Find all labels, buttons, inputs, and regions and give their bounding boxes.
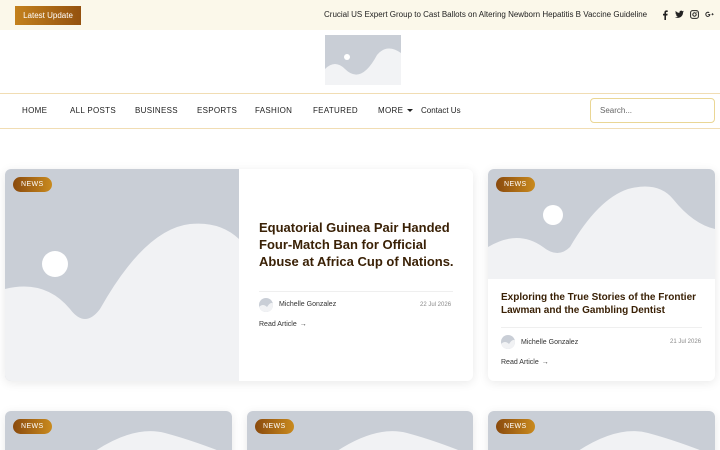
news-ticker-link[interactable]: Crucial US Expert Group to Cast Ballots … [324,10,647,19]
category-badge[interactable]: NEWS [496,419,535,434]
article-card[interactable]: NEWS [5,411,232,450]
top-bar: Latest Update Crucial US Expert Group to… [0,0,720,30]
divider [501,327,702,328]
nav-item-home[interactable]: HOME [22,106,47,115]
article-card[interactable]: NEWS Exploring the True Stories of the F… [488,169,715,381]
read-article-link[interactable]: Read Article → [259,321,307,328]
featured-article-image[interactable] [5,169,239,381]
read-article-label: Read Article [259,321,297,328]
divider [259,291,453,292]
category-badge[interactable]: NEWS [13,419,52,434]
nav-item-esports[interactable]: ESPORTS [197,106,237,115]
author-name[interactable]: Michelle Gonzalez [279,301,336,308]
arrow-right-icon: → [541,359,549,366]
category-badge[interactable]: NEWS [255,419,294,434]
instagram-icon[interactable] [690,9,699,20]
logo-placeholder-image [325,48,401,85]
article-card[interactable]: NEWS [247,411,473,450]
social-links [660,9,714,20]
read-article-label: Read Article [501,359,539,366]
nav-item-more-label: MORE [378,106,404,115]
nav-item-featured[interactable]: FEATURED [313,106,358,115]
latest-update-button[interactable]: Latest Update [15,6,81,25]
featured-article-card[interactable]: NEWS Equatorial Guinea Pair Handed Four-… [5,169,473,381]
article-card[interactable]: NEWS [488,411,715,450]
category-badge[interactable]: NEWS [496,177,535,192]
category-badge-label: NEWS [21,423,44,430]
arrow-right-icon: → [299,321,307,328]
author-avatar [259,298,273,312]
site-logo[interactable] [325,35,401,85]
nav-item-more[interactable]: MORE [378,106,414,115]
search-input[interactable] [590,98,715,123]
chevron-down-icon [407,109,414,113]
category-badge[interactable]: NEWS [13,177,52,192]
latest-update-label: Latest Update [23,11,73,20]
author-avatar [501,335,515,349]
category-badge-label: NEWS [263,423,286,430]
nav-item-fashion[interactable]: FASHION [255,106,292,115]
post-date: 21 Jul 2026 [670,339,702,345]
category-badge-label: NEWS [504,181,527,188]
post-date: 22 Jul 2026 [420,302,452,308]
facebook-icon[interactable] [660,9,669,20]
featured-article-title[interactable]: Equatorial Guinea Pair Handed Four-Match… [259,219,464,270]
article-title[interactable]: Exploring the True Stories of the Fronti… [501,291,706,317]
nav-item-business[interactable]: BUSINESS [135,106,178,115]
twitter-icon[interactable] [675,9,684,20]
google-plus-icon[interactable] [705,9,714,20]
category-badge-label: NEWS [504,423,527,430]
category-badge-label: NEWS [21,181,44,188]
nav-item-contact-us[interactable]: Contact Us [421,106,461,115]
nav-item-all-posts[interactable]: ALL POSTS [70,106,116,115]
author-name[interactable]: Michelle Gonzalez [521,339,578,346]
read-article-link[interactable]: Read Article → [501,359,549,366]
